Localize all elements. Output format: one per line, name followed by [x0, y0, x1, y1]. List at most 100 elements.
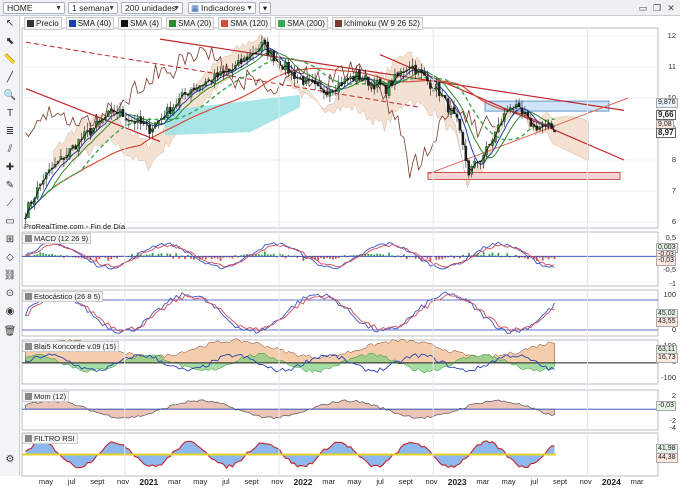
panel-title-label: Blai5 Koncorde v.09 (15) [34, 342, 116, 351]
candle-body [378, 78, 382, 85]
time-axis-label: mar [322, 477, 336, 486]
panel-menu-icon [25, 393, 32, 400]
time-axis-label: sept [552, 477, 568, 486]
candle-body [136, 117, 140, 123]
macd-histogram-bar [107, 256, 110, 261]
time-axis-label: 2022 [293, 477, 313, 487]
time-axis-label: sept [90, 477, 105, 486]
legend-swatch [27, 20, 34, 27]
legend-label: Ichimoku (W 9 26 52) [343, 19, 420, 28]
legend-item[interactable]: SMA (20) [165, 17, 215, 30]
axis-label: -1 [669, 279, 676, 288]
candle-body [511, 108, 515, 110]
time-axis-label: sept [398, 477, 413, 486]
panel-title-mom[interactable]: Mom (12) [22, 391, 70, 402]
candle-body [210, 81, 213, 83]
panel-title-macd[interactable]: MACD (12 26 9) [22, 233, 92, 244]
time-axis-label: mar [476, 477, 490, 486]
macd-histogram-bar [317, 256, 319, 261]
time-axis-label: jul [376, 477, 384, 486]
axis-label: 11 [668, 62, 676, 71]
panel-title-koncorde[interactable]: Blai5 Koncorde v.09 (15) [22, 341, 119, 352]
candle-body [24, 217, 27, 220]
candle-body [139, 116, 142, 124]
macd-histogram-bar [553, 256, 556, 260]
time-axis-label: mar [630, 477, 644, 486]
source-label: ProRealTime.com - Fin de Día [24, 222, 126, 231]
legend-swatch [221, 20, 229, 27]
legend-swatch [334, 20, 342, 27]
macd-histogram-bar [110, 256, 113, 260]
legend-item[interactable]: SMA (4) [118, 17, 162, 30]
candle-body [384, 84, 388, 95]
candle-body [387, 81, 391, 96]
macd-histogram-bar [438, 256, 441, 260]
price-legend: Precio SMA (40) SMA (4) SMA (20) SMA (120) SM… [24, 17, 427, 30]
time-axis-label: 2024 [601, 477, 621, 487]
time-axis-label: nov [425, 477, 438, 486]
time-axis-label: nov [271, 477, 284, 486]
time-axis-label: 2021 [139, 477, 159, 487]
time-axis-label: sept [244, 477, 259, 486]
value-tag: 44,38 [656, 453, 678, 463]
value-tag: 16,73 [656, 353, 678, 363]
candle-body [553, 130, 556, 133]
candle-body [328, 90, 332, 97]
candle-body [349, 76, 352, 79]
macd-histogram-bar [219, 256, 222, 261]
time-axis-label: nov [579, 477, 592, 486]
panel-title-rsi[interactable]: FILTRO RSI [22, 433, 78, 444]
candle-body [207, 79, 210, 81]
legend-label: SMA (200) [287, 19, 325, 28]
legend-label: SMA (4) [130, 19, 159, 28]
axis-label: 6 [671, 217, 676, 226]
time-axis: may jul sept nov 2021 mar may jul sept nov 2022 mar… [22, 476, 658, 488]
macd-histogram-bar [441, 256, 444, 260]
macd-histogram-bar [541, 256, 544, 261]
candle-body [118, 109, 122, 117]
legend-item[interactable]: SMA (200) [275, 17, 328, 30]
legend-item[interactable]: SMA (40) [65, 17, 115, 30]
value-tag: -0,03 [656, 256, 676, 266]
macd-histogram-bar [98, 256, 101, 260]
panel-title-sto[interactable]: Estocástico (26 8 5) [22, 291, 104, 302]
macd-histogram-bar [547, 256, 550, 260]
time-axis-label: jul [67, 477, 76, 486]
panel-menu-icon [25, 435, 32, 442]
panel-title-label: Estocástico (26 8 5) [34, 292, 101, 301]
legend-swatch [68, 20, 76, 27]
axis-label: 100 [663, 290, 676, 299]
time-axis-label: nov [117, 477, 130, 486]
support-zone [427, 171, 621, 180]
axis-label: 12 [667, 31, 676, 40]
axis-label: 8 [671, 155, 676, 164]
legend-swatch [278, 20, 286, 27]
axis-label: 7 [671, 186, 676, 195]
panel-title-label: FILTRO RSI [34, 434, 75, 443]
macd-histogram-bar [323, 256, 325, 260]
value-tag: 8,97 [656, 128, 676, 138]
axis-label: -100 [660, 373, 676, 382]
legend-item[interactable]: Ichimoku (W 9 26 52) [331, 17, 423, 30]
time-axis-label: may [193, 477, 208, 486]
macd-histogram-bar [210, 256, 213, 260]
legend-label: SMA (20) [177, 19, 212, 28]
value-tag: 9,66 [656, 110, 676, 120]
legend-swatch [121, 20, 129, 27]
axis-label: -0,5 [663, 265, 676, 274]
panel-title-label: MACD (12 26 9) [34, 234, 89, 243]
macd-histogram-bar [331, 256, 334, 260]
value-tag: 9,876 [656, 98, 678, 108]
panel-title-label: Mom (12) [34, 392, 67, 401]
legend-item[interactable]: SMA (120) [218, 17, 272, 30]
panel-frame-macd [21, 231, 659, 287]
chart-canvas[interactable] [0, 0, 680, 488]
panel-menu-icon [25, 343, 32, 350]
legend-item[interactable]: Precio [24, 17, 62, 30]
panel-menu-icon [25, 235, 32, 242]
legend-label: SMA (120) [230, 19, 269, 28]
time-axis-label: may [38, 477, 54, 486]
panel-frame-sto [21, 289, 659, 337]
value-tag: -0,03 [656, 401, 676, 411]
macd-histogram-bar [184, 256, 186, 260]
